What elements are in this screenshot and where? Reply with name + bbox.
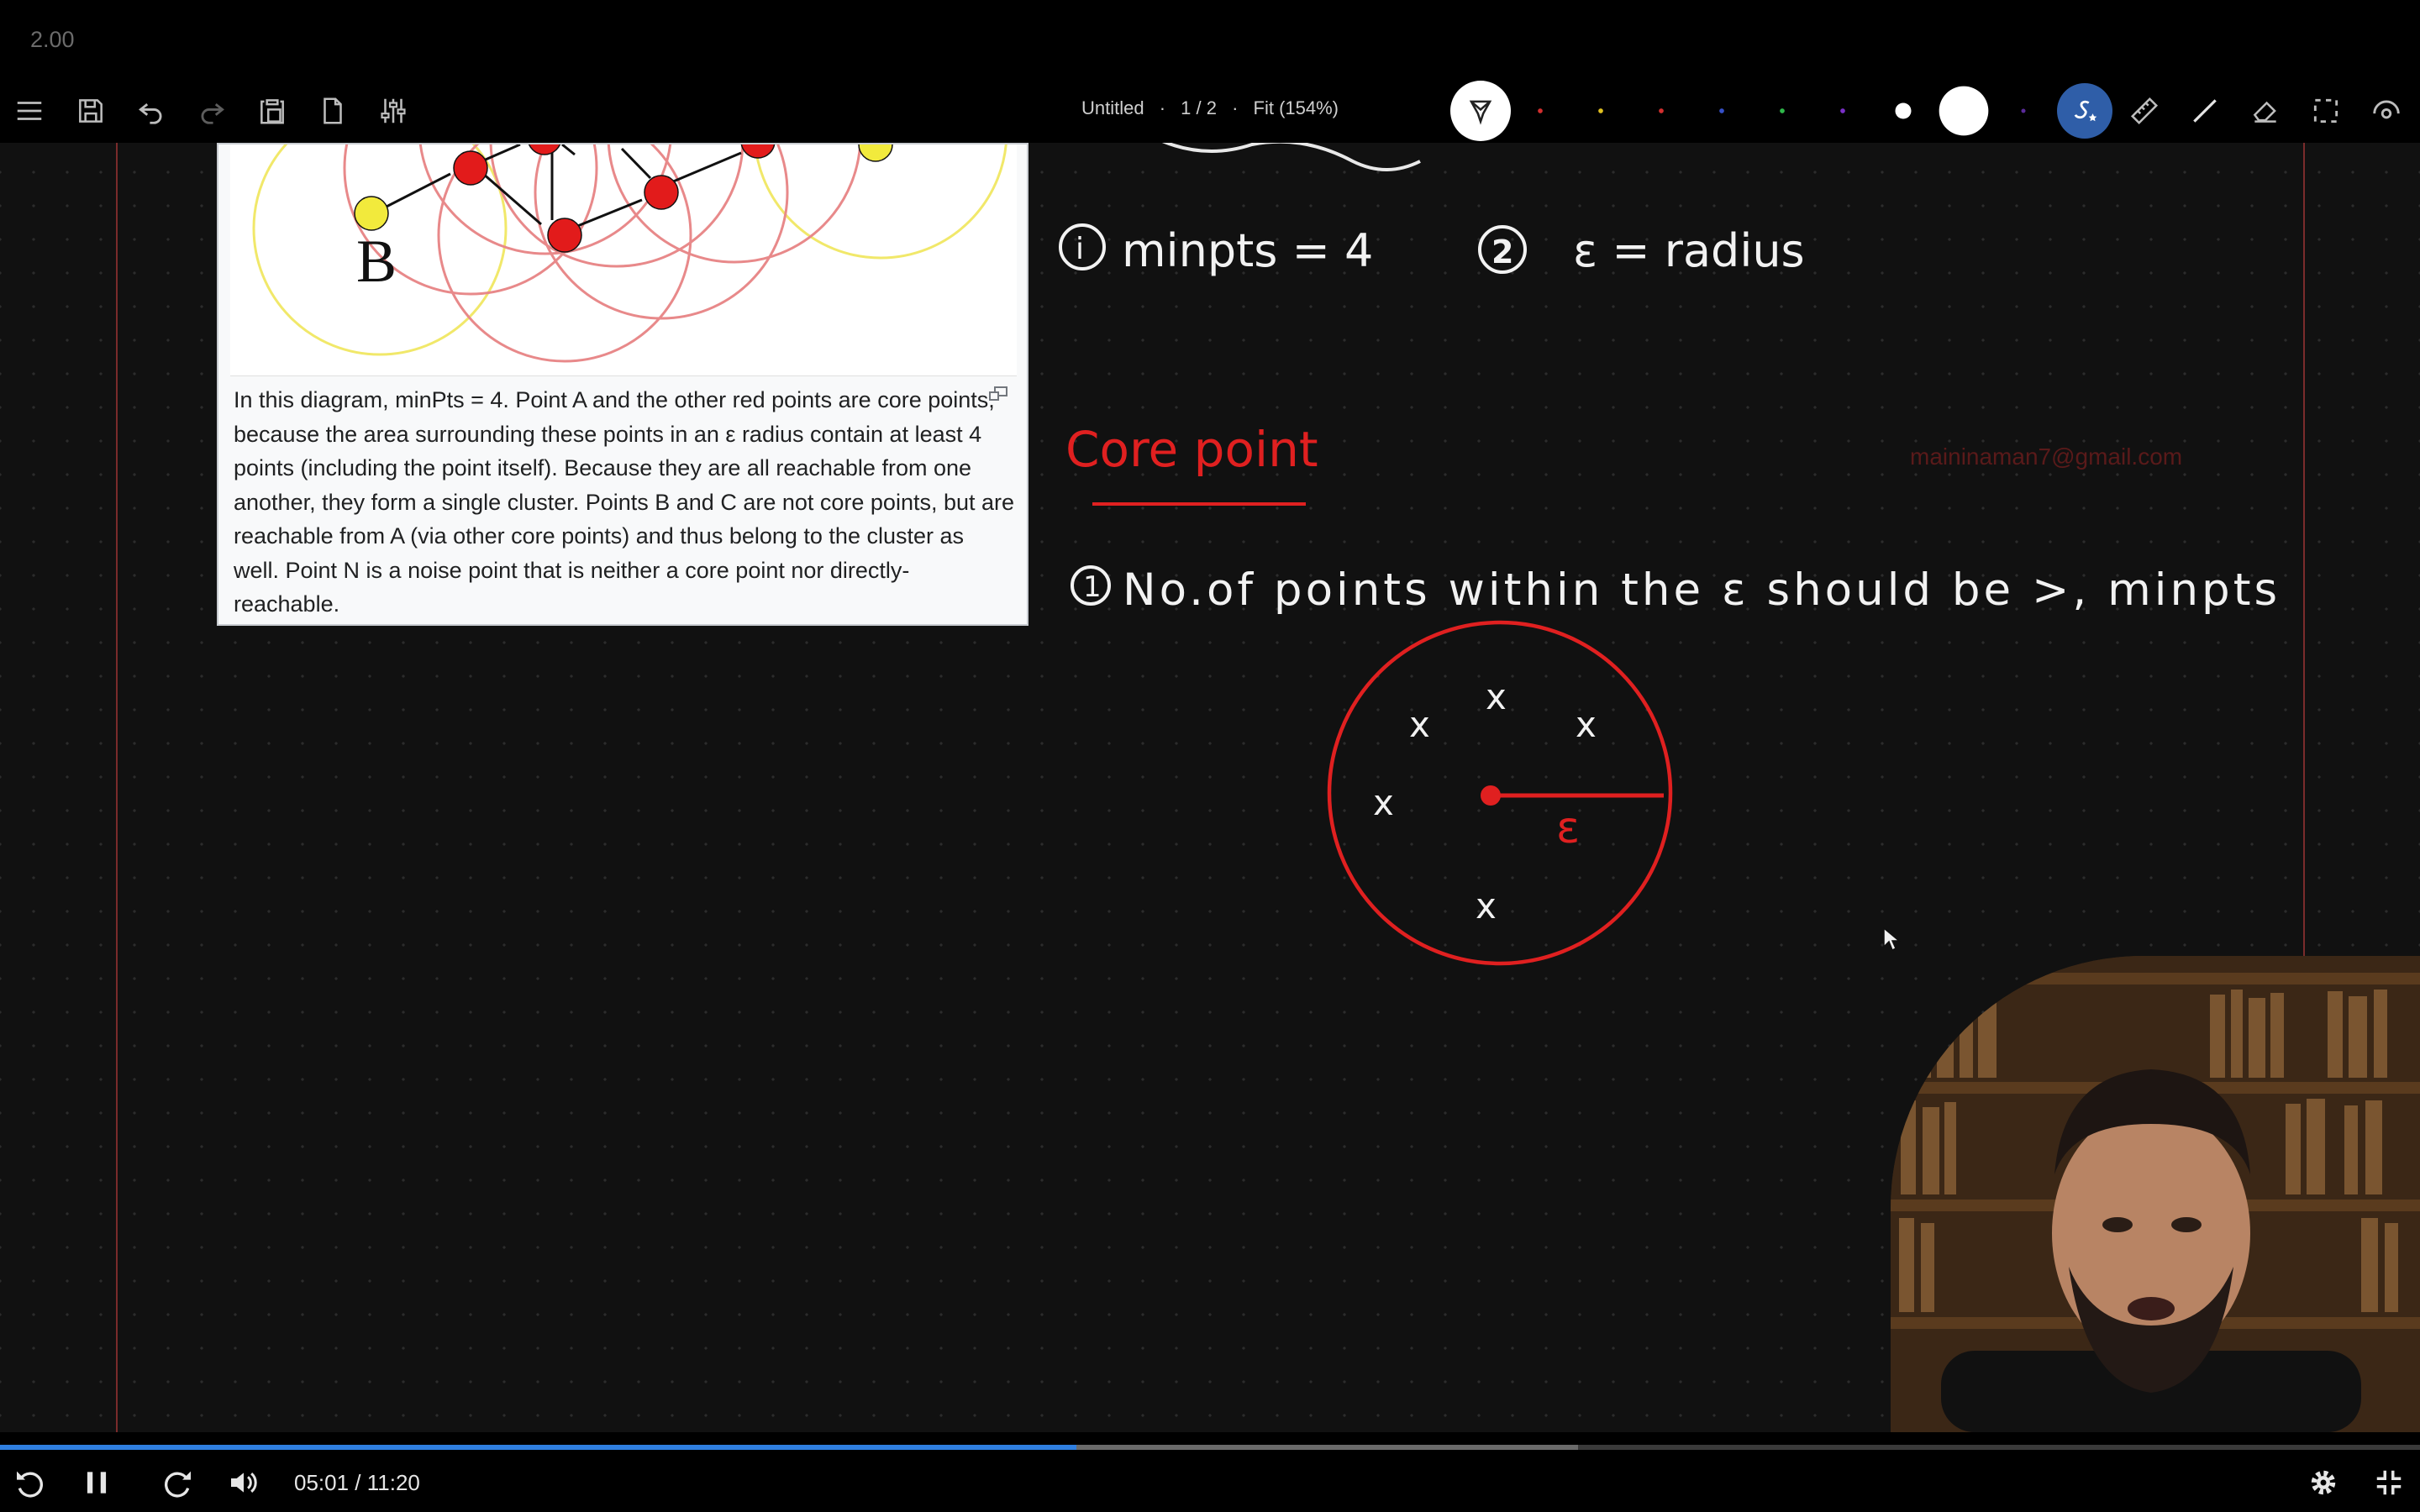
email-watermark: maininaman7@gmail.com (1910, 444, 2183, 470)
eraser-icon[interactable] (2240, 86, 2291, 136)
view-mode-icon[interactable] (2361, 86, 2412, 136)
volume-icon[interactable] (223, 1462, 265, 1504)
playback-speed: 2.00 (30, 27, 75, 52)
line-tool-icon[interactable] (2180, 86, 2230, 136)
pen-color-red-2[interactable] (1636, 86, 1686, 136)
radius-label: ε (1556, 803, 1580, 853)
separator: · (1159, 97, 1166, 118)
pen-color-blue[interactable] (1697, 86, 1747, 136)
mouse-cursor-icon (1883, 927, 1901, 952)
shape-recognition-icon[interactable] (2057, 83, 2112, 139)
settings-gear-icon[interactable] (2302, 1462, 2344, 1504)
playback-time: 05:01 / 11:20 (294, 1470, 420, 1495)
neighbour-point: x (1476, 885, 1497, 927)
progress-played[interactable] (0, 1445, 1076, 1450)
replay-icon[interactable] (8, 1462, 50, 1504)
list-number-2: 2 (1491, 234, 1513, 270)
pen-color-purple-small[interactable] (1998, 86, 2049, 136)
exit-fullscreen-icon[interactable] (2368, 1462, 2410, 1504)
document-title[interactable]: Untitled (1081, 97, 1144, 118)
webcam-video-frame (1891, 956, 2420, 1432)
menu-icon[interactable] (4, 86, 55, 136)
zoom-level[interactable]: Fit (154%) (1254, 97, 1339, 118)
list-number-1: i (1076, 232, 1084, 266)
undo-icon[interactable] (126, 86, 176, 136)
ruler-icon[interactable] (2119, 86, 2170, 136)
neighbour-point: x (1486, 676, 1507, 717)
page-indicator[interactable]: 1 / 2 (1181, 97, 1217, 118)
presenter-webcam (1891, 956, 2420, 1432)
neighbour-point: x (1373, 782, 1394, 823)
epsilon-radius-note: ε = radius (1573, 224, 1805, 277)
lasso-select-icon[interactable] (2301, 86, 2351, 136)
pen-color-green[interactable] (1757, 86, 1807, 136)
redo-icon[interactable] (187, 86, 237, 136)
neighbour-point: x (1409, 704, 1430, 745)
forward-icon[interactable] (157, 1462, 199, 1504)
pen-tool-icon[interactable] (1450, 81, 1511, 141)
clipboard-icon[interactable] (247, 86, 297, 136)
rule-number: 1 (1083, 570, 1102, 604)
minpts-note: minpts = 4 (1122, 224, 1373, 277)
adjust-settings-icon[interactable] (368, 86, 418, 136)
core-point-heading: Core point (1065, 421, 1318, 478)
partial-heading-stroke (1162, 143, 1421, 171)
save-icon[interactable] (66, 86, 116, 136)
separator: · (1232, 97, 1239, 118)
core-point-rule: No.of points within the ε should be >, m… (1123, 564, 2281, 616)
pen-size-medium[interactable] (1878, 86, 1928, 136)
neighbour-point: x (1576, 704, 1597, 745)
new-page-icon[interactable] (308, 86, 358, 136)
pause-icon[interactable] (76, 1462, 118, 1504)
top-strip: 2.00 (0, 0, 2420, 84)
pen-color-yellow[interactable] (1576, 86, 1626, 136)
pen-color-purple[interactable] (1818, 86, 1868, 136)
pen-color-red[interactable] (1515, 86, 1565, 136)
pen-size-large[interactable] (1934, 81, 1993, 140)
